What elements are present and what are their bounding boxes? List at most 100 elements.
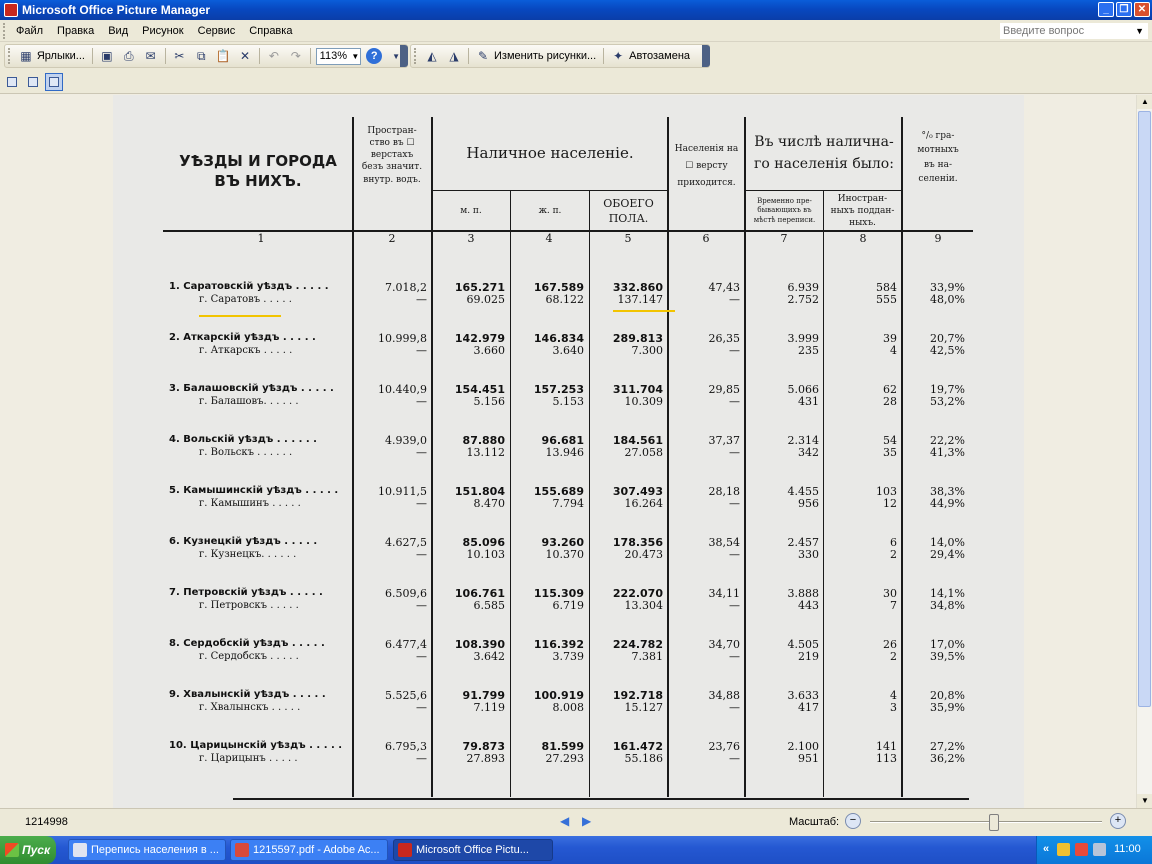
- help-icon[interactable]: ?: [366, 48, 383, 64]
- taskbar-item-label: Перепись населения в ...: [91, 844, 219, 856]
- tray-expand-icon[interactable]: «: [1043, 843, 1049, 855]
- single-picture-view-button[interactable]: [45, 73, 63, 91]
- volume-icon[interactable]: [1093, 843, 1106, 856]
- column-number: 8: [859, 232, 867, 245]
- cell-t-city: 7.300: [631, 344, 664, 357]
- paste-icon[interactable]: 📋: [214, 47, 232, 65]
- print-icon[interactable]: ⎙: [120, 47, 138, 65]
- picture-view-area[interactable]: УѢЗДЫ И ГОРОДА ВЪ НИХЪ. Простран- ство в…: [0, 95, 1136, 808]
- cell-for-city: 28: [883, 395, 897, 408]
- previous-arrow-icon[interactable]: ◀: [560, 814, 569, 828]
- menu-edit[interactable]: Правка: [50, 25, 101, 37]
- cell-area-city: —: [416, 650, 427, 663]
- start-button[interactable]: Пуск: [0, 836, 56, 864]
- ask-question-input[interactable]: Введите вопрос ▼: [1000, 23, 1148, 39]
- save-icon[interactable]: ▣: [98, 47, 116, 65]
- district-name: 9. Хвалынскій уѣздъ . . . . .: [169, 689, 326, 700]
- cell-dens-city: —: [729, 548, 740, 561]
- close-button[interactable]: ✕: [1134, 2, 1150, 17]
- toolbar-grip[interactable]: [414, 48, 418, 64]
- autocorrect-button[interactable]: Автозамена: [629, 50, 690, 62]
- table-row: 7. Петровскій уѣздъ . . . . . г. Петровск…: [113, 587, 1024, 613]
- cell-lit-city: 35,9%: [930, 701, 965, 714]
- taskbar-item-pdf[interactable]: 1215597.pdf - Adobe Ac...: [230, 839, 388, 861]
- cell-area-city: —: [416, 344, 427, 357]
- chevron-down-icon[interactable]: ▼: [1135, 24, 1144, 38]
- scroll-up-arrow[interactable]: ▲: [1137, 95, 1152, 109]
- census-table: УѢЗДЫ И ГОРОДА ВЪ НИХЪ. Простран- ство в…: [113, 95, 1024, 808]
- cell-area-city: —: [416, 395, 427, 408]
- redo-icon[interactable]: ↷: [287, 47, 305, 65]
- cell-t-city: 20.473: [624, 548, 664, 561]
- chevron-down-icon[interactable]: ▼: [351, 49, 359, 64]
- picture-count: 1214998: [25, 816, 68, 828]
- delete-icon[interactable]: ✕: [236, 47, 254, 65]
- cell-t-city: 15.127: [624, 701, 664, 714]
- cell-f-city: 68.122: [545, 293, 585, 306]
- rotate-right-icon[interactable]: ◮: [445, 47, 463, 65]
- cell-area-city: —: [416, 446, 427, 459]
- rotate-left-icon[interactable]: ◭: [423, 47, 441, 65]
- table-row: 5. Камышинскій уѣздъ . . . . . г. Камышин…: [113, 485, 1024, 511]
- restore-button[interactable]: ❐: [1116, 2, 1132, 17]
- cell-t-city: 13.304: [624, 599, 664, 612]
- toolbar-overflow[interactable]: [702, 45, 710, 67]
- cell-lit-city: 39,5%: [930, 650, 965, 663]
- city-name: г. Вольскъ . . . . . .: [199, 447, 293, 458]
- email-icon[interactable]: ✉: [142, 47, 160, 65]
- autocorrect-icon[interactable]: ✦: [609, 47, 627, 65]
- taskbar-item-census[interactable]: Перепись населения в ...: [68, 839, 226, 861]
- cell-lit-city: 53,2%: [930, 395, 965, 408]
- next-arrow-icon[interactable]: ▶: [582, 814, 591, 828]
- menu-tools[interactable]: Сервис: [191, 25, 243, 37]
- cut-icon[interactable]: ✂: [171, 47, 189, 65]
- edit-pictures-icon[interactable]: ✎: [474, 47, 492, 65]
- thumbnail-view-button[interactable]: [3, 73, 21, 91]
- taskbar-item-picture-manager[interactable]: Microsoft Office Pictu...: [393, 839, 553, 861]
- scroll-down-arrow[interactable]: ▼: [1137, 794, 1152, 808]
- scroll-thumb[interactable]: [1138, 111, 1151, 707]
- vertical-scrollbar[interactable]: ▲ ▼: [1136, 95, 1152, 808]
- cell-m-city: 3.642: [473, 650, 506, 663]
- copy-icon[interactable]: ⧉: [192, 47, 210, 65]
- shortcuts-icon[interactable]: ▦: [17, 47, 35, 65]
- zoom-slider-thumb[interactable]: [989, 814, 999, 831]
- undo-icon[interactable]: ↶: [265, 47, 283, 65]
- toolbar-overflow[interactable]: [400, 45, 408, 67]
- zoom-in-icon[interactable]: +: [1110, 813, 1126, 829]
- table-row: 4. Вольскій уѣздъ . . . . . . г. Вольскъ …: [113, 434, 1024, 460]
- filmstrip-view-button[interactable]: [24, 73, 42, 91]
- menu-file[interactable]: Файл: [9, 25, 50, 37]
- cell-temp-city: 330: [798, 548, 819, 561]
- edit-pictures-button[interactable]: Изменить рисунки...: [494, 50, 596, 62]
- zoom-out-icon[interactable]: −: [845, 813, 861, 829]
- toolbar-separator: [468, 48, 469, 64]
- zoom-select[interactable]: 113% ▼: [315, 47, 362, 65]
- toolbar-separator: [164, 48, 166, 64]
- cell-f-city: 5.153: [552, 395, 585, 408]
- cell-dens-city: —: [729, 293, 740, 306]
- cell-for-city: 35: [883, 446, 897, 459]
- cell-m-city: 5.156: [473, 395, 506, 408]
- security-icon[interactable]: [1075, 843, 1088, 856]
- menu-picture[interactable]: Рисунок: [135, 25, 191, 37]
- table-row: 6. Кузнецкій уѣздъ . . . . . г. Кузнецкъ.…: [113, 536, 1024, 562]
- zoom-slider-track[interactable]: [870, 821, 1102, 823]
- minimize-button[interactable]: _: [1098, 2, 1114, 17]
- cell-dens-city: —: [729, 650, 740, 663]
- cell-m-city: 69.025: [466, 293, 506, 306]
- header-bottom-rule: [163, 230, 973, 232]
- cell-m-city: 6.585: [473, 599, 506, 612]
- menu-view[interactable]: Вид: [101, 25, 135, 37]
- network-icon[interactable]: [1057, 843, 1070, 856]
- district-name: 4. Вольскій уѣздъ . . . . . .: [169, 434, 317, 445]
- menu-help[interactable]: Справка: [242, 25, 299, 37]
- toolbar-separator: [309, 48, 311, 64]
- cell-area-city: —: [416, 599, 427, 612]
- taskbar-item-label: Microsoft Office Pictu...: [416, 844, 529, 856]
- thumbnails-icon: [7, 77, 17, 87]
- toolbar-grip[interactable]: [8, 48, 12, 64]
- shortcuts-button[interactable]: Ярлыки...: [37, 50, 85, 62]
- cell-temp-city: 431: [798, 395, 819, 408]
- column-number: 2: [388, 232, 396, 245]
